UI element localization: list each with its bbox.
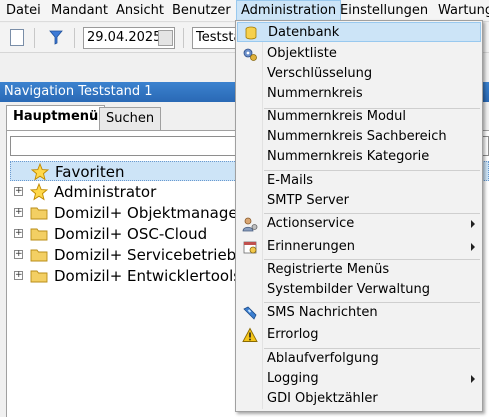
- folder-icon: [30, 270, 48, 283]
- menu-item-label: Nummernkreis Sachbereich: [267, 129, 447, 144]
- person-gear-icon: [242, 217, 258, 232]
- menu-einstellungen[interactable]: Einstellungen: [336, 0, 432, 22]
- expand-icon[interactable]: +: [14, 187, 23, 196]
- calendar-icon[interactable]: [158, 30, 173, 46]
- menu-item-label: GDI Objektzähler: [267, 391, 378, 406]
- menu-item-actionservice[interactable]: Actionservice: [237, 214, 481, 234]
- phone-icon: [243, 306, 257, 320]
- folder-icon: [30, 249, 48, 262]
- toolbar-separator: [34, 28, 35, 48]
- tree-item-label: Administrator: [54, 183, 157, 201]
- menu-item-e-mails[interactable]: E-Mails: [237, 171, 481, 191]
- tree-item-label: Favoriten: [55, 163, 125, 181]
- tree-item-label: Domizil+ Entwicklertools: [54, 267, 242, 285]
- menu-item-label: Verschlüsselung: [267, 66, 373, 81]
- menu-item-label: SMTP Server: [267, 193, 350, 208]
- menu-item-label: Datenbank: [268, 25, 340, 40]
- menu-item-nummernkreis[interactable]: Nummernkreis: [237, 84, 481, 104]
- menu-item-label: Logging: [267, 371, 319, 386]
- submenu-arrow-icon: [471, 220, 475, 228]
- menu-item-label: E-Mails: [267, 173, 314, 188]
- toolbar-separator: [183, 28, 184, 48]
- menu-item-logging[interactable]: Logging: [237, 369, 481, 389]
- menu-item-registrierte-menues[interactable]: Registrierte Menüs: [237, 260, 481, 280]
- star-icon: [31, 163, 49, 181]
- tab-hauptmenu[interactable]: Hauptmenü: [6, 105, 106, 131]
- menu-item-nummernkreis-kategorie[interactable]: Nummernkreis Kategorie: [237, 147, 481, 167]
- menu-item-ablaufverfolgung[interactable]: Ablaufverfolgung: [237, 349, 481, 369]
- menu-item-nummernkreis-sachbereich[interactable]: Nummernkreis Sachbereich: [237, 127, 481, 147]
- submenu-arrow-icon: [471, 375, 475, 383]
- menu-item-verschluesselung[interactable]: Verschlüsselung: [237, 64, 481, 84]
- menu-datei[interactable]: Datei: [2, 0, 45, 22]
- menu-item-nummernkreis-modul[interactable]: Nummernkreis Modul: [237, 107, 481, 127]
- folder-icon: [30, 207, 48, 220]
- menu-item-label: Nummernkreis Modul: [267, 109, 407, 124]
- expand-icon[interactable]: +: [14, 250, 23, 259]
- tree-item-label: Domizil+ Servicebetriebe: [54, 246, 246, 264]
- menu-item-datenbank[interactable]: Datenbank: [237, 22, 481, 42]
- menu-item-label: Systembilder Verwaltung: [267, 282, 430, 297]
- expand-icon[interactable]: +: [14, 229, 23, 238]
- menu-item-label: Erinnerungen: [267, 239, 355, 254]
- menu-item-smtp-server[interactable]: SMTP Server: [237, 191, 481, 211]
- menu-item-erinnerungen[interactable]: Erinnerungen: [237, 237, 481, 257]
- menu-item-label: Nummernkreis Kategorie: [267, 149, 430, 164]
- warning-icon: [242, 327, 258, 342]
- tab-suchen[interactable]: Suchen: [99, 107, 162, 130]
- menu-benutzer[interactable]: Benutzer: [168, 0, 235, 22]
- expand-icon[interactable]: +: [14, 271, 23, 280]
- date-value: 29.04.2025: [87, 30, 162, 45]
- database-icon: [245, 26, 257, 40]
- menu-item-errorlog[interactable]: Errorlog: [237, 325, 481, 345]
- menu-item-objektliste[interactable]: Objektliste: [237, 44, 481, 64]
- reminder-icon: [243, 241, 257, 254]
- star-icon: [30, 183, 48, 201]
- menu-item-label: Errorlog: [267, 327, 319, 342]
- menu-item-label: Ablaufverfolgung: [267, 351, 379, 366]
- menu-item-label: Actionservice: [267, 216, 355, 231]
- gears-icon: [243, 48, 257, 61]
- menu-wartung[interactable]: Wartung: [434, 0, 489, 22]
- menu-item-systembilder-verwaltung[interactable]: Systembilder Verwaltung: [237, 280, 481, 300]
- menu-bar: Datei Mandant Ansicht Benutzer Administr…: [0, 0, 489, 22]
- menu-item-label: Objektliste: [267, 46, 337, 61]
- new-document-icon[interactable]: [10, 29, 24, 46]
- toolbar-separator: [74, 28, 75, 48]
- menu-item-gdi-objektzaehler[interactable]: GDI Objektzähler: [237, 389, 481, 409]
- menu-item-label: Nummernkreis: [267, 86, 363, 101]
- folder-icon: [30, 228, 48, 241]
- date-field[interactable]: 29.04.2025: [83, 27, 175, 49]
- submenu-arrow-icon: [471, 243, 475, 251]
- menu-item-label: Registrierte Menüs: [267, 262, 390, 277]
- expand-icon[interactable]: +: [14, 208, 23, 217]
- filter-icon[interactable]: [48, 29, 64, 46]
- tree-item-label: Domizil+ OSC-Cloud: [54, 225, 208, 243]
- menu-item-sms-nachrichten[interactable]: SMS Nachrichten: [237, 303, 481, 323]
- menu-administration[interactable]: Administration: [236, 0, 342, 22]
- menu-ansicht[interactable]: Ansicht: [112, 0, 168, 22]
- menu-item-label: SMS Nachrichten: [267, 305, 378, 320]
- administration-menu: Datenbank Objektliste Verschlüsselung Nu…: [235, 20, 483, 412]
- menu-mandant[interactable]: Mandant: [47, 0, 112, 22]
